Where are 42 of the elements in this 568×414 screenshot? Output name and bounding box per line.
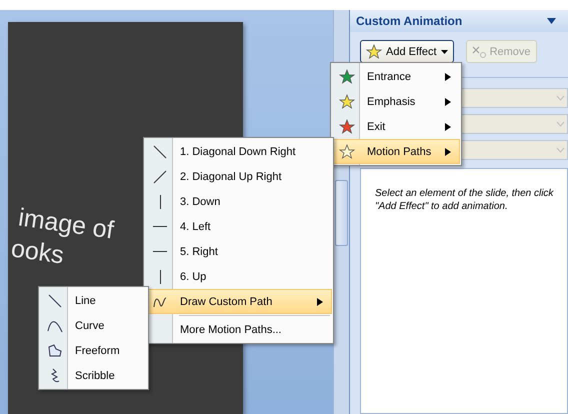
menu-item[interactable]: Freeform <box>40 338 147 363</box>
menu-item[interactable]: 2. Diagonal Up Right <box>145 164 332 189</box>
chevron-down-icon <box>556 147 565 153</box>
submenu-arrow-icon <box>317 298 323 306</box>
menu-item[interactable]: Motion Paths <box>332 139 460 164</box>
freeform-icon <box>47 342 63 358</box>
vertical-line-icon <box>158 194 162 208</box>
diagonal-line-icon <box>152 168 168 184</box>
menu-item[interactable]: Entrance <box>332 64 460 89</box>
menu-item[interactable]: Line <box>40 288 147 313</box>
chevron-down-icon <box>556 121 565 127</box>
hint-text: Select an element of the slide, then click "Add Effect" to add animation. <box>375 187 554 213</box>
chevron-down-icon <box>556 95 565 101</box>
menu-item[interactable]: Exit <box>332 114 460 139</box>
submenu-arrow-icon <box>445 72 451 80</box>
menu-item[interactable]: Curve <box>40 313 147 338</box>
star-outline-icon <box>339 144 355 160</box>
remove-icon <box>472 46 486 58</box>
submenu-arrow-icon <box>445 98 451 106</box>
caret-icon <box>440 50 448 54</box>
submenu-arrow-icon <box>445 122 451 130</box>
dropdown-arrow-icon[interactable] <box>547 18 556 24</box>
line-icon <box>47 292 63 308</box>
submenu-arrow-icon <box>445 148 451 156</box>
star-icon <box>339 94 355 110</box>
star-icon <box>339 68 355 84</box>
horizontal-line-icon <box>153 250 167 253</box>
add-effect-button[interactable]: Add Effect <box>360 40 454 63</box>
menu-item[interactable]: 4. Left <box>145 214 332 239</box>
menu-item[interactable]: 6. Up <box>145 264 332 289</box>
horizontal-line-icon <box>153 225 167 228</box>
menu-item[interactable]: Scribble <box>40 363 147 388</box>
star-icon <box>366 44 382 60</box>
menu-item[interactable]: 5. Right <box>145 239 332 264</box>
menu-item[interactable]: More Motion Paths... <box>145 317 332 342</box>
menu-item[interactable]: 3. Down <box>145 189 332 214</box>
menu-item[interactable]: 1. Diagonal Down Right <box>145 139 332 164</box>
pane-title: Custom Animation <box>356 14 462 28</box>
star-icon <box>339 118 355 134</box>
menu-item[interactable]: Emphasis <box>332 89 460 114</box>
vertical-line-icon <box>158 270 162 284</box>
diagonal-line-icon <box>152 144 168 160</box>
